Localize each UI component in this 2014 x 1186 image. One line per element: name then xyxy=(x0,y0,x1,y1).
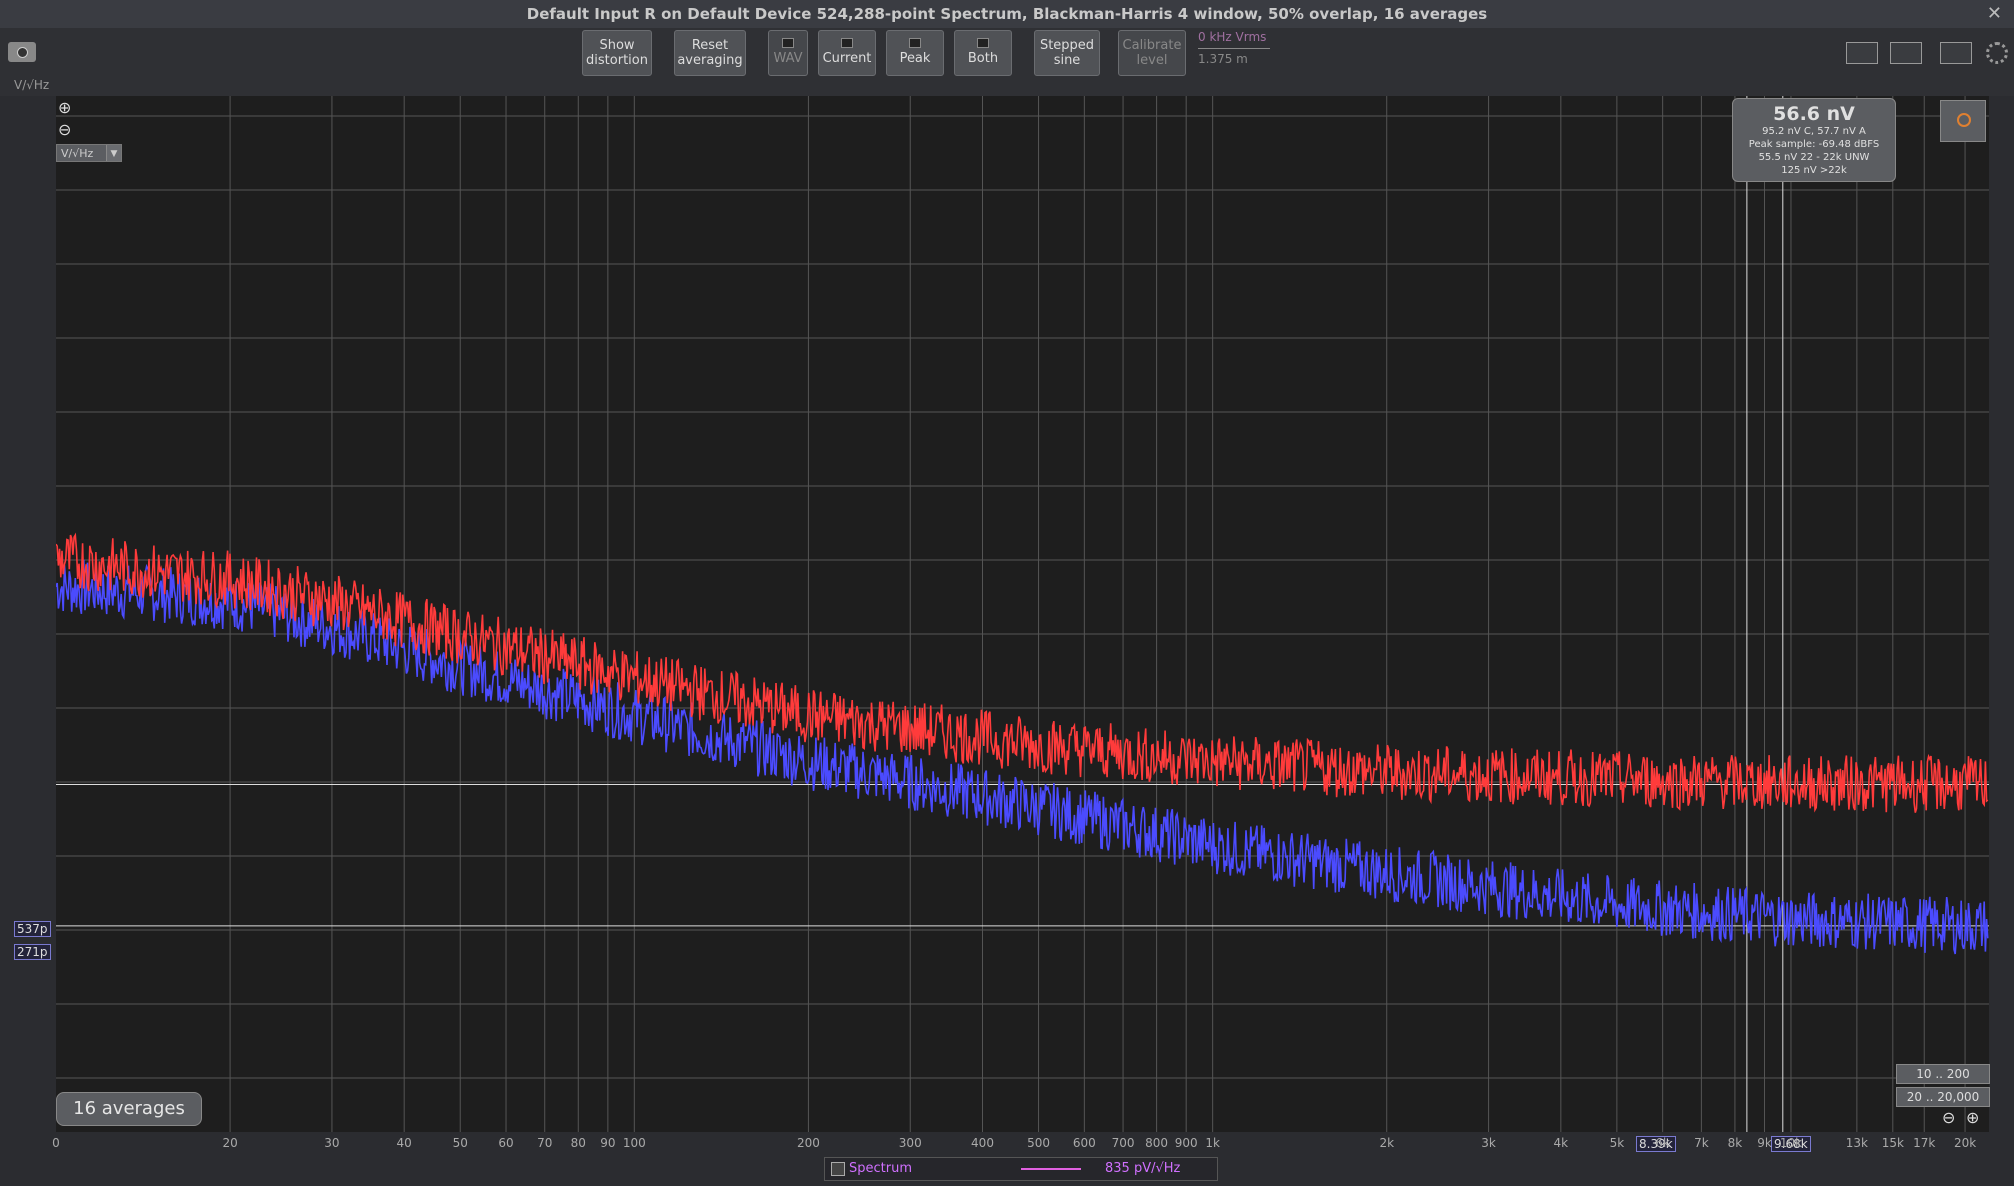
readout-line4: 125 nV >22k xyxy=(1781,165,1847,176)
monitor-icon[interactable] xyxy=(1846,42,1878,64)
legend-swatch xyxy=(1021,1168,1081,1170)
x-tick-label: 4k xyxy=(1553,1136,1569,1150)
current-button[interactable]: Current xyxy=(818,30,876,76)
spectrum-plot[interactable] xyxy=(56,96,1989,1132)
record-icon[interactable] xyxy=(1940,100,1986,142)
zoom-out-icon[interactable]: ⊖ xyxy=(58,120,71,139)
zoom-in-icon[interactable]: ⊕ xyxy=(58,98,71,117)
range-button-2[interactable]: 20 .. 20,000 xyxy=(1896,1087,1990,1107)
x-tick-label: 20 xyxy=(222,1136,238,1150)
x-tick-label: 0 xyxy=(52,1136,60,1150)
current-label: Current xyxy=(822,51,872,66)
range-button-1[interactable]: 10 .. 200 xyxy=(1896,1064,1990,1084)
readout-main: 56.6 nV xyxy=(1773,103,1855,125)
window-title: Default Input R on Default Device 524,28… xyxy=(0,0,2014,28)
y-unit-label: V/√Hz xyxy=(14,78,50,92)
x-tick-label: 20k xyxy=(1953,1136,1977,1150)
level-label: 0 kHz Vrms xyxy=(1198,30,1267,44)
spectrum-chart xyxy=(56,96,1989,1132)
camera-icon[interactable] xyxy=(8,42,36,62)
show-distortion-button[interactable]: Show distortion xyxy=(582,30,652,76)
both-icon xyxy=(977,38,989,48)
close-icon[interactable]: ✕ xyxy=(1987,0,2002,28)
unit-dropdown-value: V/√Hz xyxy=(61,147,94,160)
legend-name: Spectrum xyxy=(849,1161,912,1176)
peak-label: Peak xyxy=(899,51,931,66)
level-value: 1.375 m xyxy=(1198,48,1270,66)
x-tick-label: 8k xyxy=(1727,1136,1743,1150)
x-tick-label: 200 xyxy=(796,1136,820,1150)
readout-line2: Peak sample: -69.48 dBFS xyxy=(1748,139,1880,150)
x-tick-label: 800 xyxy=(1145,1136,1169,1150)
chevron-down-icon[interactable]: ▼ xyxy=(106,145,121,161)
x-tick-label: 30 xyxy=(324,1136,340,1150)
x-tick-label: 2k xyxy=(1379,1136,1395,1150)
both-button[interactable]: Both xyxy=(954,30,1012,76)
x-tick-label: 15k xyxy=(1881,1136,1904,1150)
legend: Spectrum 835 pV/√Hz xyxy=(824,1157,1218,1181)
x-tick-label: 700 xyxy=(1111,1136,1135,1150)
gear-icon[interactable] xyxy=(1986,42,2008,64)
x-tick-label: 600 xyxy=(1072,1136,1096,1150)
readout-line3: 55.5 nV 22 - 22k UNW xyxy=(1758,152,1870,163)
readout-line1: 95.2 nV C, 57.7 nV A xyxy=(1762,126,1866,137)
x-tick-label: 60 xyxy=(498,1136,514,1150)
x-tick-label: 500 xyxy=(1027,1136,1050,1150)
x-zoom-out-icon[interactable]: ⊖ xyxy=(1942,1108,1955,1127)
wav-label: WAV xyxy=(773,51,803,66)
x-tick-label: 13k xyxy=(1845,1136,1868,1150)
x-zoom-in-icon[interactable]: ⊕ xyxy=(1966,1108,1979,1127)
level-readout-panel: 56.6 nV 95.2 nV C, 57.7 nV A Peak sample… xyxy=(1732,98,1896,182)
x-tick-label: 80 xyxy=(570,1136,586,1150)
x-tick-label: 6k xyxy=(1655,1136,1670,1150)
stepped-sine-button[interactable]: Stepped sine xyxy=(1034,30,1100,76)
x-tick-label: 90 xyxy=(600,1136,616,1150)
legend-value: 835 pV/√Hz xyxy=(1105,1161,1181,1176)
averages-badge: 16 averages xyxy=(56,1092,202,1126)
current-icon xyxy=(841,38,853,48)
peak-button[interactable]: Peak xyxy=(886,30,944,76)
level-readout: 0 kHz Vrms 1.375 m xyxy=(1198,30,1270,66)
x-tick-label: 900 xyxy=(1174,1136,1198,1150)
columns-icon[interactable] xyxy=(1890,42,1922,64)
marker-label-b[interactable]: 271p xyxy=(14,944,51,960)
x-tick-label: 5k xyxy=(1609,1136,1625,1150)
x-tick-label: 1k xyxy=(1205,1136,1220,1150)
wav-icon xyxy=(782,38,794,48)
peak-icon xyxy=(909,38,921,48)
marker-label-a[interactable]: 537p xyxy=(14,921,51,937)
x-tick-label: 300 xyxy=(898,1136,922,1150)
x-tick-label: 7k xyxy=(1694,1136,1709,1150)
unit-dropdown[interactable]: V/√Hz ▼ xyxy=(56,144,122,162)
x-tick-label: 50 xyxy=(452,1136,468,1150)
reset-averaging-button[interactable]: Reset averaging xyxy=(674,30,746,76)
x-tick-label: 40 xyxy=(396,1136,412,1150)
fullscreen-icon[interactable] xyxy=(1940,42,1972,64)
red-series-line xyxy=(56,532,1989,813)
legend-checkbox[interactable] xyxy=(831,1162,845,1176)
calibrate-level-button[interactable]: Calibrate level xyxy=(1118,30,1186,76)
x-tick-label: 3k xyxy=(1481,1136,1496,1150)
x-tick-label: 10k xyxy=(1779,1136,1803,1150)
wav-button[interactable]: WAV xyxy=(768,30,808,76)
x-tick-label: 400 xyxy=(971,1136,994,1150)
x-tick-label: 17k xyxy=(1913,1136,1936,1150)
both-label: Both xyxy=(967,51,999,66)
x-tick-label: 9k xyxy=(1757,1136,1772,1150)
x-tick-label: 70 xyxy=(537,1136,553,1150)
x-tick-label: 100 xyxy=(622,1136,646,1150)
